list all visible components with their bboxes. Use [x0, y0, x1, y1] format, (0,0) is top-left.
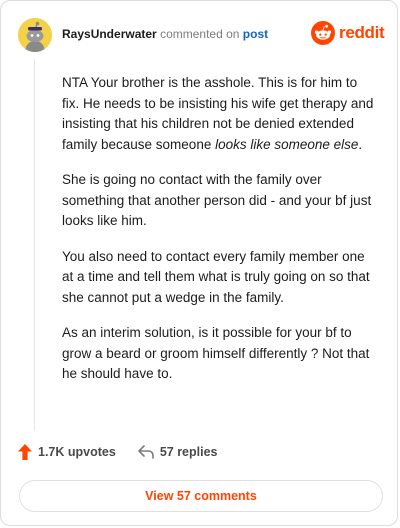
thread-line	[34, 59, 35, 431]
reddit-logo-icon	[311, 21, 335, 45]
comment-paragraph: She is going no contact with the family …	[62, 172, 372, 228]
comment-footer: 1.7K upvotes 57 replies	[18, 444, 218, 460]
comment-paragraph: NTA Your brother is the asshole. This is…	[62, 75, 374, 152]
comment-paragraph: You also need to contact every family me…	[62, 248, 370, 305]
upvote-count: 1.7K upvotes	[38, 445, 116, 459]
reply-count: 57 replies	[159, 445, 218, 459]
username-link[interactable]: RaysUnderwater	[62, 27, 157, 41]
comment-card: RaysUnderwater commented on post reddit …	[0, 0, 398, 526]
replies-button[interactable]: 57 replies	[138, 445, 218, 459]
reply-arrow-icon	[138, 445, 154, 459]
upvote-arrow-icon	[18, 444, 32, 460]
snoo-avatar-icon	[18, 18, 52, 52]
comment-body: NTA Your brother is the asshole. This is…	[62, 73, 374, 400]
comment-paragraph: As an interim solution, is it possible f…	[62, 325, 370, 381]
avatar[interactable]	[18, 18, 52, 52]
action-text: commented on	[160, 27, 240, 41]
reddit-brand[interactable]: reddit	[311, 21, 385, 45]
comment-header: RaysUnderwater commented on post	[62, 27, 268, 41]
upvote-button[interactable]: 1.7K upvotes	[18, 444, 116, 460]
view-comments-button[interactable]: View 57 comments	[19, 480, 383, 512]
reddit-wordmark: reddit	[339, 23, 385, 42]
post-link[interactable]: post	[243, 27, 268, 41]
